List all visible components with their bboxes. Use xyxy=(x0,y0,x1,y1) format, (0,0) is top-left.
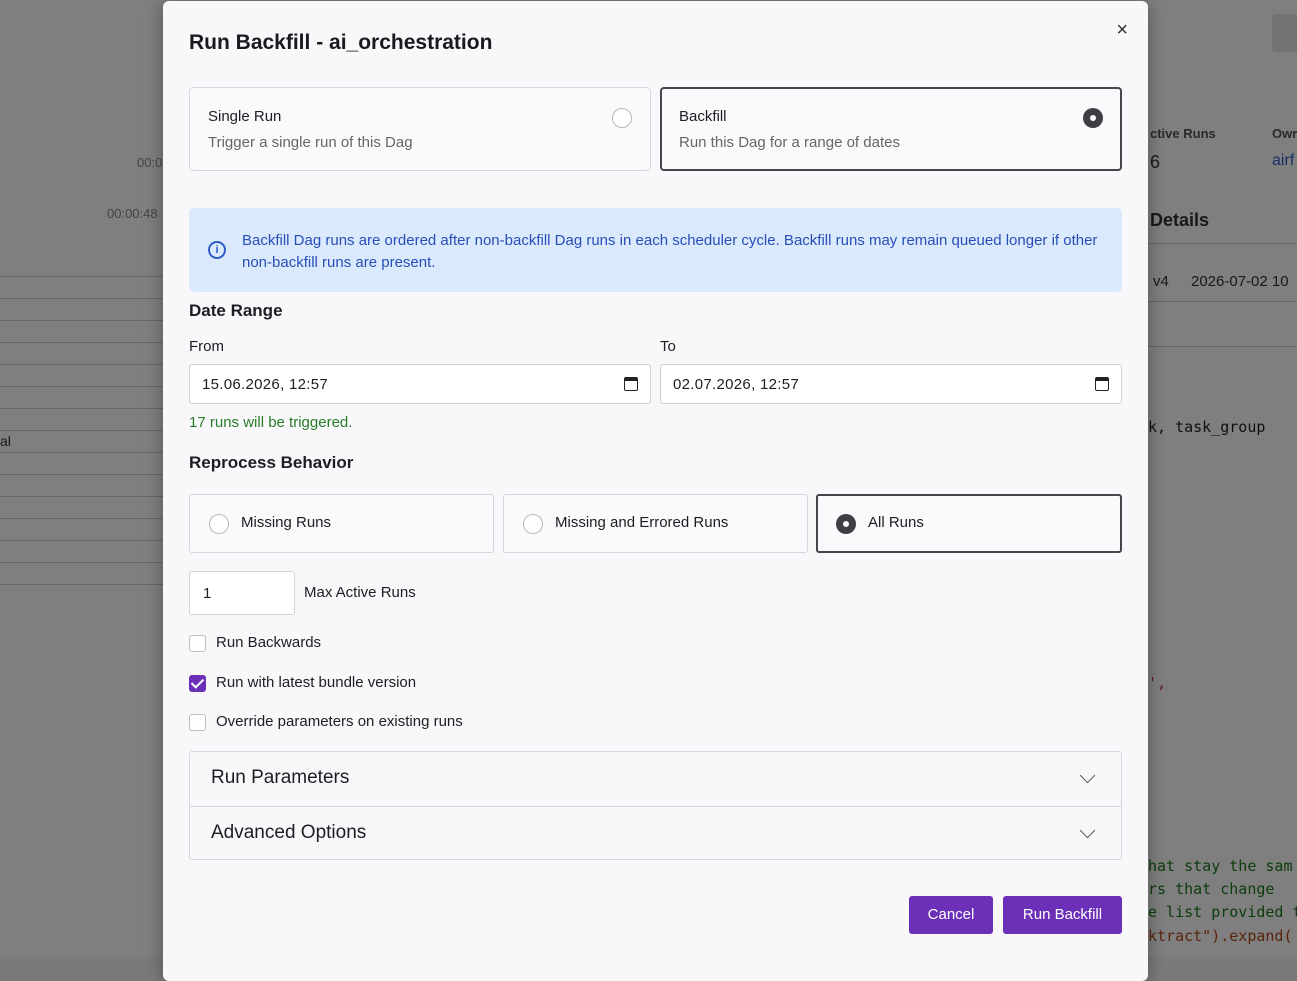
cancel-button[interactable]: Cancel xyxy=(909,896,993,934)
from-date-value: 15.06.2026, 12:57 xyxy=(202,376,329,393)
to-date-value: 02.07.2026, 12:57 xyxy=(673,376,800,393)
backfill-desc: Run this Dag for a range of dates xyxy=(679,134,900,151)
backfill-radio[interactable] xyxy=(1083,108,1103,128)
runs-count-notice: 17 runs will be triggered. xyxy=(189,414,353,431)
latest-bundle-label[interactable]: Run with latest bundle version xyxy=(216,674,416,691)
run-backwards-checkbox[interactable] xyxy=(189,635,206,652)
info-alert: i Backfill Dag runs are ordered after no… xyxy=(189,208,1122,292)
run-parameters-title: Run Parameters xyxy=(211,767,350,788)
close-icon[interactable]: × xyxy=(1116,20,1128,40)
single-run-radio[interactable] xyxy=(612,108,632,128)
chevron-down-icon[interactable] xyxy=(1079,767,1096,784)
chevron-down-icon[interactable] xyxy=(1079,822,1096,839)
missing-runs-option[interactable]: Missing Runs xyxy=(189,494,494,553)
single-run-option[interactable]: Single Run Trigger a single run of this … xyxy=(189,87,651,171)
override-params-checkbox[interactable] xyxy=(189,714,206,731)
missing-runs-radio[interactable] xyxy=(209,514,229,534)
run-backfill-button[interactable]: Run Backfill xyxy=(1003,896,1122,934)
from-date-input[interactable]: 15.06.2026, 12:57 xyxy=(189,364,651,404)
all-runs-radio[interactable] xyxy=(836,514,856,534)
run-backfill-dialog: Run Backfill - ai_orchestration × Single… xyxy=(163,1,1148,981)
missing-errored-runs-label: Missing and Errored Runs xyxy=(555,514,729,531)
override-params-label[interactable]: Override parameters on existing runs xyxy=(216,713,463,730)
backfill-option[interactable]: Backfill Run this Dag for a range of dat… xyxy=(660,87,1122,171)
all-runs-label: All Runs xyxy=(868,514,924,531)
reprocess-heading: Reprocess Behavior xyxy=(189,453,354,472)
max-active-runs-input[interactable]: 1 xyxy=(189,571,295,615)
missing-runs-label: Missing Runs xyxy=(241,514,332,531)
date-range-heading: Date Range xyxy=(189,301,283,320)
to-date-input[interactable]: 02.07.2026, 12:57 xyxy=(660,364,1122,404)
options-accordion: Run Parameters Advanced Options xyxy=(189,751,1122,860)
backfill-title: Backfill xyxy=(679,108,727,125)
max-active-runs-label: Max Active Runs xyxy=(304,584,416,601)
advanced-options-section[interactable]: Advanced Options xyxy=(190,807,1121,861)
single-run-desc: Trigger a single run of this Dag xyxy=(208,134,413,151)
advanced-options-title: Advanced Options xyxy=(211,822,367,843)
missing-errored-runs-option[interactable]: Missing and Errored Runs xyxy=(503,494,808,553)
info-icon: i xyxy=(208,241,226,259)
missing-errored-runs-radio[interactable] xyxy=(523,514,543,534)
from-label: From xyxy=(189,338,224,355)
to-label: To xyxy=(660,338,676,355)
all-runs-option[interactable]: All Runs xyxy=(816,494,1122,553)
calendar-icon[interactable] xyxy=(1095,377,1109,391)
info-message: Backfill Dag runs are ordered after non-… xyxy=(242,232,1098,271)
dialog-title: Run Backfill - ai_orchestration xyxy=(189,31,493,54)
max-active-runs-value: 1 xyxy=(203,585,212,602)
run-backwards-label[interactable]: Run Backwards xyxy=(216,634,321,651)
latest-bundle-checkbox[interactable] xyxy=(189,675,206,692)
calendar-icon[interactable] xyxy=(624,377,638,391)
single-run-title: Single Run xyxy=(208,108,282,125)
run-parameters-section[interactable]: Run Parameters xyxy=(190,752,1121,806)
